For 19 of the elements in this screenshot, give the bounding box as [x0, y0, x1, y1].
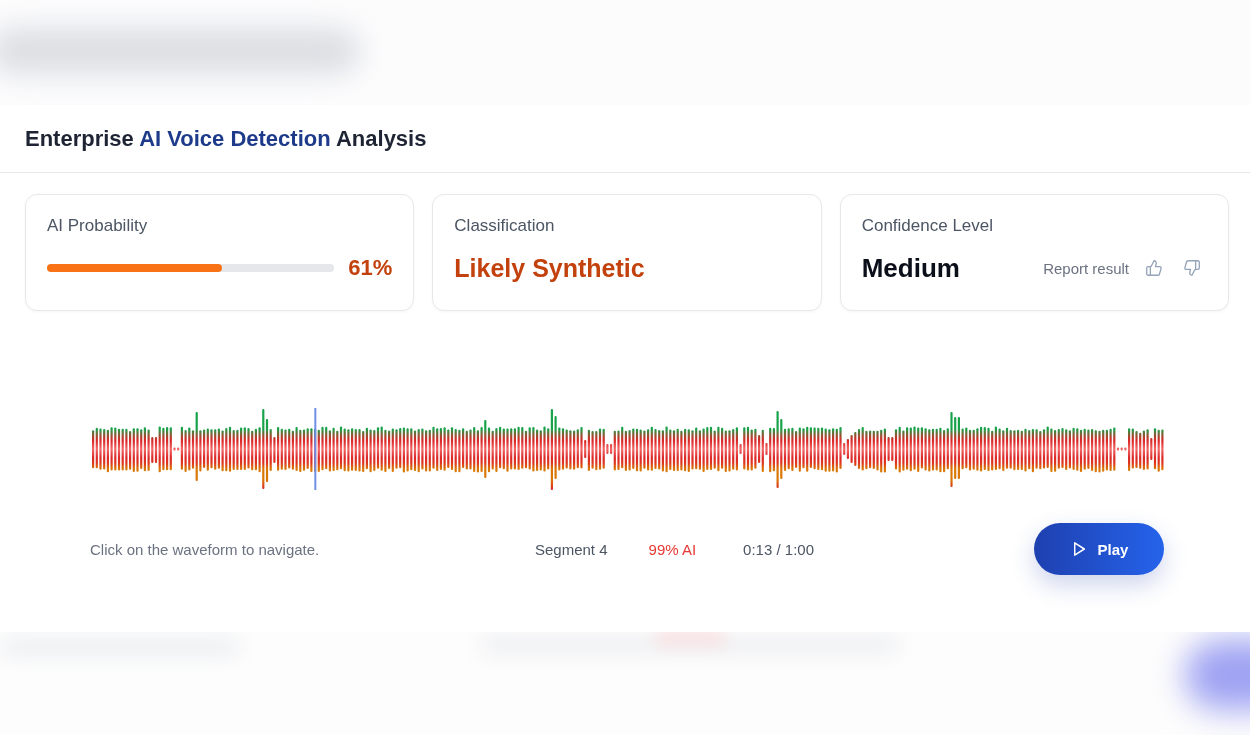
metric-label: AI Probability	[47, 216, 148, 236]
play-button[interactable]: Play	[1034, 523, 1164, 575]
report-result-label: Report result	[1043, 259, 1129, 277]
thumbs-down-button[interactable]	[1181, 257, 1203, 279]
segment-ai-score: 99% AI	[648, 540, 697, 558]
thumbs-down-icon	[1184, 260, 1200, 276]
thumbs-up-button[interactable]	[1143, 257, 1165, 279]
confidence-value: Medium	[861, 252, 960, 284]
waveform[interactable]	[92, 409, 1164, 490]
probability-value: 61%	[348, 255, 393, 281]
play-icon	[1073, 542, 1085, 556]
classification-value: Likely Synthetic	[454, 253, 645, 283]
thumbs-up-icon	[1146, 260, 1162, 276]
metric-label: Classification	[454, 216, 555, 236]
waveform-hint: Click on the waveform to navigate.	[90, 540, 320, 558]
metric-label: Confidence Level	[861, 216, 994, 236]
playback-time: 0:13 / 1:00	[743, 540, 814, 558]
page-title: Enterprise AI Voice Detection Analysis	[25, 125, 427, 152]
segment-label: Segment 4	[535, 540, 608, 558]
